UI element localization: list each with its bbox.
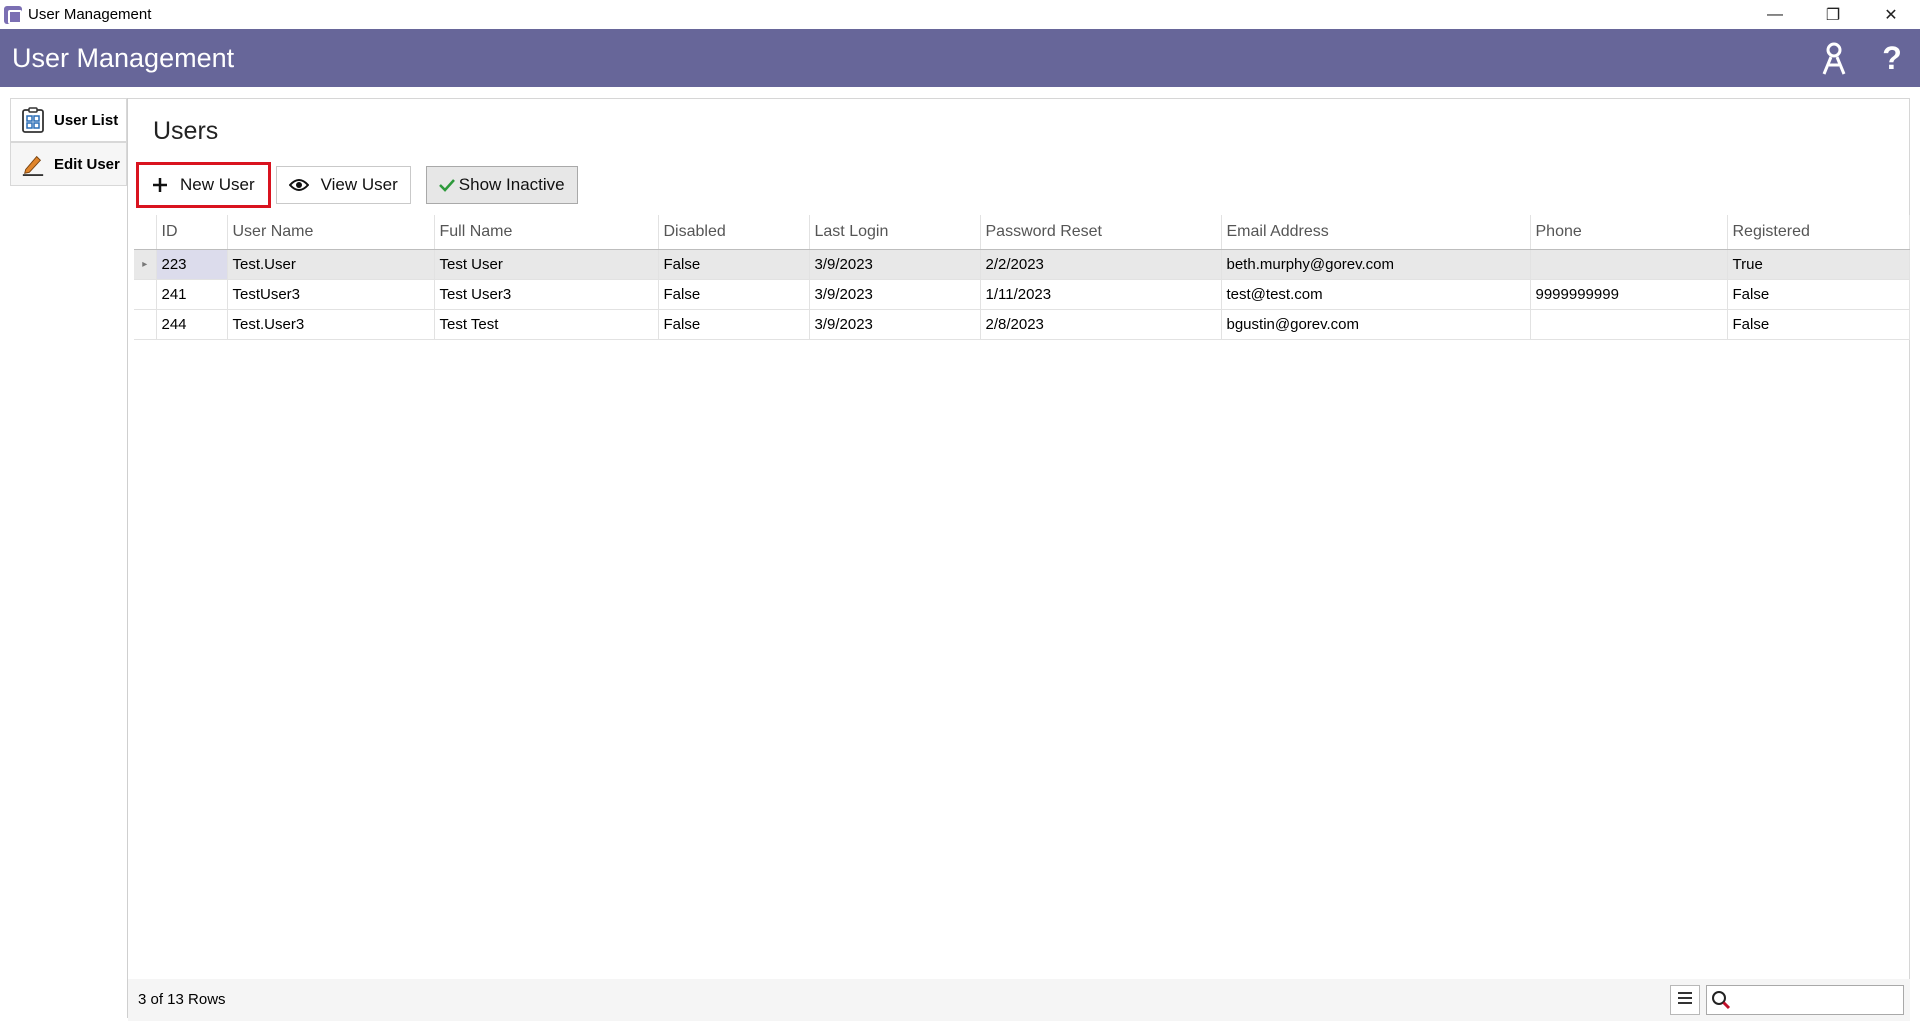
cell-phone[interactable] [1530, 309, 1728, 340]
cell-phone[interactable]: 9999999999 [1530, 279, 1728, 310]
main-panel: Users New User View User Show Inactive I… [128, 98, 1910, 1021]
cell-last-login[interactable]: 3/9/2023 [809, 309, 981, 340]
view-user-button[interactable]: View User [275, 166, 411, 204]
cell-last-login[interactable]: 3/9/2023 [809, 279, 981, 310]
cell-user-name[interactable]: Test.User [227, 249, 435, 280]
clipboard-grid-icon [21, 107, 45, 133]
header-icons: ? [1818, 29, 1908, 87]
column-header-email-address[interactable]: Email Address [1221, 215, 1531, 250]
checkmark-icon [438, 178, 455, 192]
app-header: User Management ? [0, 29, 1920, 87]
cell-user-name[interactable]: Test.User3 [227, 309, 435, 340]
column-header-registered[interactable]: Registered [1727, 215, 1910, 250]
cell-disabled[interactable]: False [658, 309, 810, 340]
search-box [1706, 985, 1904, 1015]
window-title: User Management [28, 6, 152, 23]
new-user-button[interactable]: New User [136, 162, 271, 208]
cell-disabled[interactable]: False [658, 249, 810, 280]
cell-registered[interactable]: False [1727, 279, 1910, 310]
cell-email-address[interactable]: beth.murphy@gorev.com [1221, 249, 1531, 280]
cell-disabled[interactable]: False [658, 279, 810, 310]
column-menu-button[interactable] [1670, 985, 1700, 1015]
row-count: 3 of 13 Rows [138, 991, 226, 1008]
cell-password-reset[interactable]: 1/11/2023 [980, 279, 1222, 310]
cell-registered[interactable]: False [1727, 309, 1910, 340]
app-icon [4, 5, 22, 24]
eye-icon [288, 178, 309, 192]
column-header-user-name[interactable]: User Name [227, 215, 435, 250]
cell-registered[interactable]: True [1727, 249, 1910, 280]
plus-icon [152, 177, 168, 193]
column-header-disabled[interactable]: Disabled [658, 215, 810, 250]
hamburger-menu-icon [1677, 991, 1693, 1010]
cell-email-address[interactable]: bgustin@gorev.com [1221, 309, 1531, 340]
grid-footer: 3 of 13 Rows [128, 979, 1910, 1021]
cell-id[interactable]: 223 [156, 249, 228, 280]
show-inactive-label: Show Inactive [458, 175, 565, 194]
cell-user-name[interactable]: TestUser3 [227, 279, 435, 310]
cell-last-login[interactable]: 3/9/2023 [809, 249, 981, 280]
search-icon [1711, 990, 1731, 1015]
minimize-button[interactable]: — [1746, 0, 1804, 29]
show-inactive-toggle[interactable]: Show Inactive [425, 166, 578, 204]
window-titlebar: User Management — ❐ ✕ [0, 0, 1920, 29]
cell-full-name[interactable]: Test Test [434, 309, 659, 340]
user-account-icon[interactable] [1818, 40, 1850, 76]
column-header-password-reset[interactable]: Password Reset [980, 215, 1222, 250]
app-title: User Management [12, 42, 235, 73]
cell-phone[interactable] [1530, 249, 1728, 280]
cell-password-reset[interactable]: 2/8/2023 [980, 309, 1222, 340]
column-header-id[interactable]: ID [156, 215, 228, 250]
cell-id[interactable]: 241 [156, 279, 228, 310]
cell-id[interactable]: 244 [156, 309, 228, 340]
users-grid: ID User Name Full Name Disabled Last Log… [134, 215, 1910, 340]
nav-item-label: Edit User [54, 155, 120, 173]
cell-email-address[interactable]: test@test.com [1221, 279, 1531, 310]
nav-item-user-list[interactable]: User List [10, 98, 127, 142]
view-user-label: View User [320, 175, 398, 194]
window-controls: — ❐ ✕ [1746, 0, 1920, 29]
toolbar: New User View User Show Inactive [136, 162, 583, 208]
cell-full-name[interactable]: Test User3 [434, 279, 659, 310]
column-header-last-login[interactable]: Last Login [809, 215, 981, 250]
table-row[interactable]: ▸ 223 Test.User Test User False 3/9/2023… [134, 249, 1910, 280]
column-header-phone[interactable]: Phone [1530, 215, 1728, 250]
close-button[interactable]: ✕ [1862, 0, 1920, 29]
row-indicator [134, 279, 157, 310]
search-input[interactable] [1733, 988, 1901, 1012]
nav-item-label: User List [54, 111, 119, 129]
row-indicator [134, 309, 157, 340]
cell-full-name[interactable]: Test User [434, 249, 659, 280]
left-nav: User List Edit User [10, 98, 128, 1018]
column-header-full-name[interactable]: Full Name [434, 215, 659, 250]
nav-item-edit-user[interactable]: Edit User [10, 142, 127, 186]
page-title: Users [153, 117, 219, 145]
pencil-icon [21, 151, 45, 177]
cell-password-reset[interactable]: 2/2/2023 [980, 249, 1222, 280]
restore-button[interactable]: ❐ [1804, 0, 1862, 29]
table-row[interactable]: 241 TestUser3 Test User3 False 3/9/2023 … [134, 279, 1910, 310]
current-row-indicator: ▸ [134, 249, 157, 280]
new-user-label: New User [180, 175, 255, 194]
grid-header-row: ID User Name Full Name Disabled Last Log… [134, 215, 1910, 250]
table-row[interactable]: 244 Test.User3 Test Test False 3/9/2023 … [134, 309, 1910, 340]
row-indicator-header [134, 215, 157, 250]
help-icon[interactable]: ? [1876, 40, 1908, 76]
